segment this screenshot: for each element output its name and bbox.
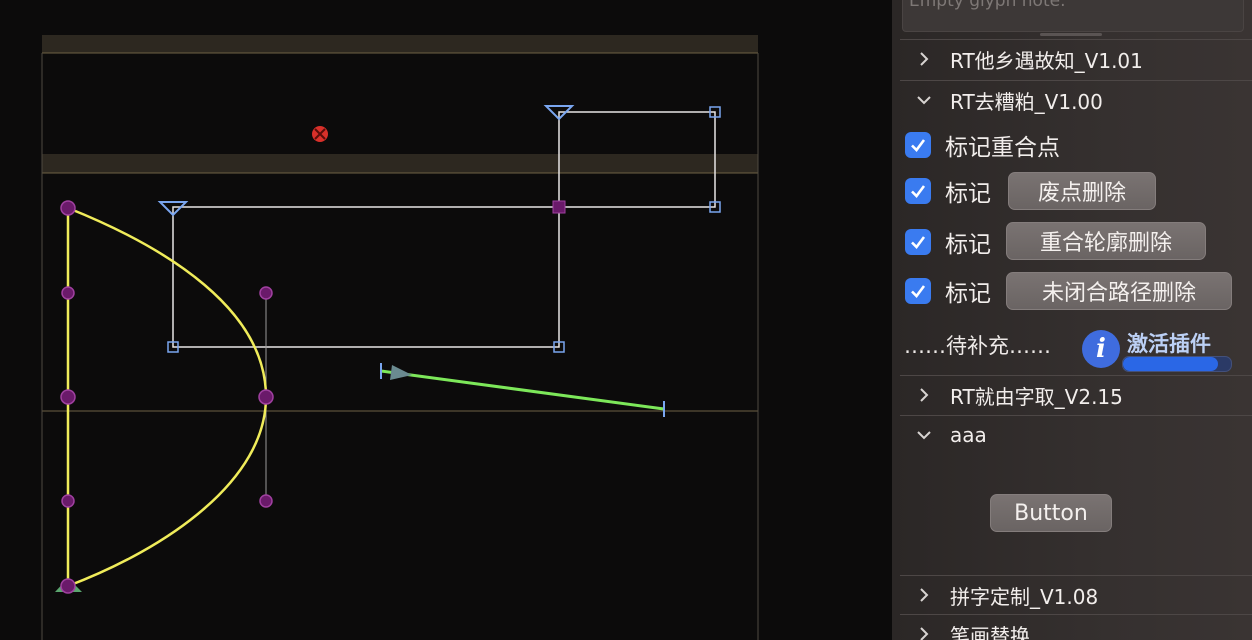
section-header-pinzi[interactable]: 拼字定制_V1.08 (892, 576, 1252, 614)
info-icon[interactable]: i (1082, 330, 1120, 368)
mark-label: 标记 (945, 181, 991, 207)
mark-overlap-contour-checkbox[interactable] (905, 229, 931, 255)
offcurve-node[interactable] (61, 494, 75, 508)
mark-label: 标记 (945, 232, 991, 258)
offcurve-node[interactable] (259, 286, 273, 300)
activation-progress-bar (1122, 356, 1232, 372)
open-path[interactable] (380, 363, 665, 417)
checkmark-icon (911, 185, 926, 198)
anchor-x-icon[interactable] (312, 126, 328, 142)
chevron-down-icon (917, 96, 931, 105)
checkmark-icon (911, 285, 926, 298)
chevron-right-icon (920, 388, 929, 402)
mark-overlap-row: 标记重合点 (892, 129, 1252, 161)
mark-overlap-checkbox[interactable] (905, 132, 931, 158)
ascender-band (42, 35, 758, 53)
curve-node[interactable] (60, 578, 76, 594)
section-header-tajiang[interactable]: RT他乡遇故知_V1.01 (892, 40, 1252, 78)
section-label: 拼字定制_V1.08 (950, 584, 1099, 609)
curve-node[interactable] (60, 389, 76, 405)
offcurve-node[interactable] (259, 494, 273, 508)
section-label: RT去糟粕_V1.00 (950, 89, 1103, 114)
pending-text: ……待补充…… (904, 334, 1051, 358)
overlap-contour-delete-button[interactable]: 重合轮廓删除 (1006, 222, 1206, 260)
rect-contour-main[interactable] (157, 200, 566, 353)
checkmark-icon (911, 236, 926, 249)
glyph-edit-canvas[interactable] (0, 0, 892, 640)
overlap-node[interactable] (552, 200, 566, 214)
chevron-right-icon (920, 588, 929, 602)
activate-plugin-label[interactable]: 激活插件 (1127, 328, 1211, 358)
curve-node[interactable] (60, 200, 76, 216)
open-path-delete-button[interactable]: 未闭合路径删除 (1006, 272, 1232, 310)
activation-progress-fill (1123, 357, 1219, 371)
curve-node[interactable] (258, 389, 274, 405)
note-scrollbar[interactable] (1040, 33, 1102, 36)
stray-delete-button[interactable]: 废点删除 (1008, 172, 1156, 210)
section-label: aaa (950, 423, 987, 447)
section-label: RT就由字取_V2.15 (950, 384, 1123, 409)
d-contour[interactable] (55, 200, 274, 594)
chevron-right-icon (920, 52, 929, 66)
mark-label: 标记 (945, 281, 991, 307)
aaa-button[interactable]: Button (990, 494, 1112, 532)
glyph-note-field[interactable]: Empty glyph note. (902, 0, 1244, 32)
xheight-band (42, 154, 758, 173)
section-header-jiuyouziqu[interactable]: RT就由字取_V2.15 (892, 376, 1252, 414)
offcurve-node[interactable] (61, 286, 75, 300)
section-header-quzaopo[interactable]: RT去糟粕_V1.00 (892, 81, 1252, 119)
plugin-panel: Empty glyph note. RT他乡遇故知_V1.01 RT去糟粕_V1… (892, 0, 1252, 640)
mark-open-path-checkbox[interactable] (905, 278, 931, 304)
chevron-down-icon (917, 431, 931, 440)
section-label: RT他乡遇故知_V1.01 (950, 48, 1143, 73)
glyph-note-placeholder: Empty glyph note. (909, 0, 1066, 11)
checkmark-icon (911, 139, 926, 152)
glyph-canvas-svg[interactable] (0, 0, 892, 640)
mark-stray-checkbox[interactable] (905, 178, 931, 204)
section-header-aaa[interactable]: aaa (892, 416, 1252, 454)
section-header-bihua[interactable]: 笔画替换 (892, 615, 1252, 640)
direction-arrow-icon (390, 365, 412, 380)
mark-overlap-label: 标记重合点 (945, 135, 1060, 161)
chevron-right-icon (920, 627, 929, 640)
section-label: 笔画替换 (950, 623, 1030, 640)
